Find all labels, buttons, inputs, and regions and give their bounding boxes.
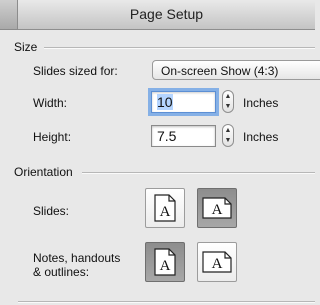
width-decrement-arrow-icon[interactable]: ▼	[223, 102, 233, 112]
slides-orientation-label: Slides:	[33, 204, 70, 218]
orientation-section-divider	[82, 172, 315, 174]
width-unit: Inches	[243, 96, 279, 110]
portrait-page-icon: A	[154, 248, 176, 276]
height-decrement-arrow-icon[interactable]: ▼	[223, 136, 233, 146]
slides-sized-for-label: Slides sized for:	[33, 64, 118, 78]
slides-portrait-button[interactable]: A	[145, 188, 185, 228]
notes-landscape-button[interactable]: A	[197, 242, 237, 282]
width-label: Width:	[33, 96, 68, 110]
page-letter-icon: A	[160, 258, 171, 274]
height-label: Height:	[33, 130, 72, 144]
height-value: 7.5	[157, 128, 177, 144]
slides-sized-for-value: On-screen Show (4:3)	[161, 64, 279, 78]
notes-orientation-label-line2: & outlines:	[33, 265, 90, 279]
page-letter-icon: A	[212, 256, 223, 272]
width-stepper[interactable]: ▲ ▼	[222, 90, 234, 113]
notes-portrait-button[interactable]: A	[145, 242, 185, 282]
landscape-page-icon: A	[202, 251, 232, 273]
page-letter-icon: A	[212, 202, 223, 218]
slides-landscape-button[interactable]: A	[197, 188, 237, 228]
bottom-divider	[18, 301, 315, 303]
height-field[interactable]: 7.5	[151, 125, 216, 147]
window-title: Page Setup	[129, 6, 204, 22]
notes-orientation-label-line1: Notes, handouts	[33, 251, 121, 265]
height-stepper[interactable]: ▲ ▼	[222, 124, 234, 147]
height-increment-arrow-icon[interactable]: ▲	[223, 126, 233, 136]
orientation-section-label: Orientation	[14, 165, 73, 179]
width-field[interactable]: 10	[151, 91, 216, 113]
window-edge	[0, 0, 18, 30]
slides-sized-for-popup[interactable]: On-screen Show (4:3)	[152, 60, 320, 80]
size-section-label: Size	[14, 40, 38, 54]
title-bar: Page Setup	[18, 0, 315, 30]
width-increment-arrow-icon[interactable]: ▲	[223, 92, 233, 102]
landscape-page-icon: A	[202, 197, 232, 219]
width-value: 10	[157, 94, 173, 110]
portrait-page-icon: A	[154, 194, 176, 222]
height-unit: Inches	[243, 130, 279, 144]
page-letter-icon: A	[160, 204, 171, 220]
size-section-divider	[44, 47, 315, 49]
